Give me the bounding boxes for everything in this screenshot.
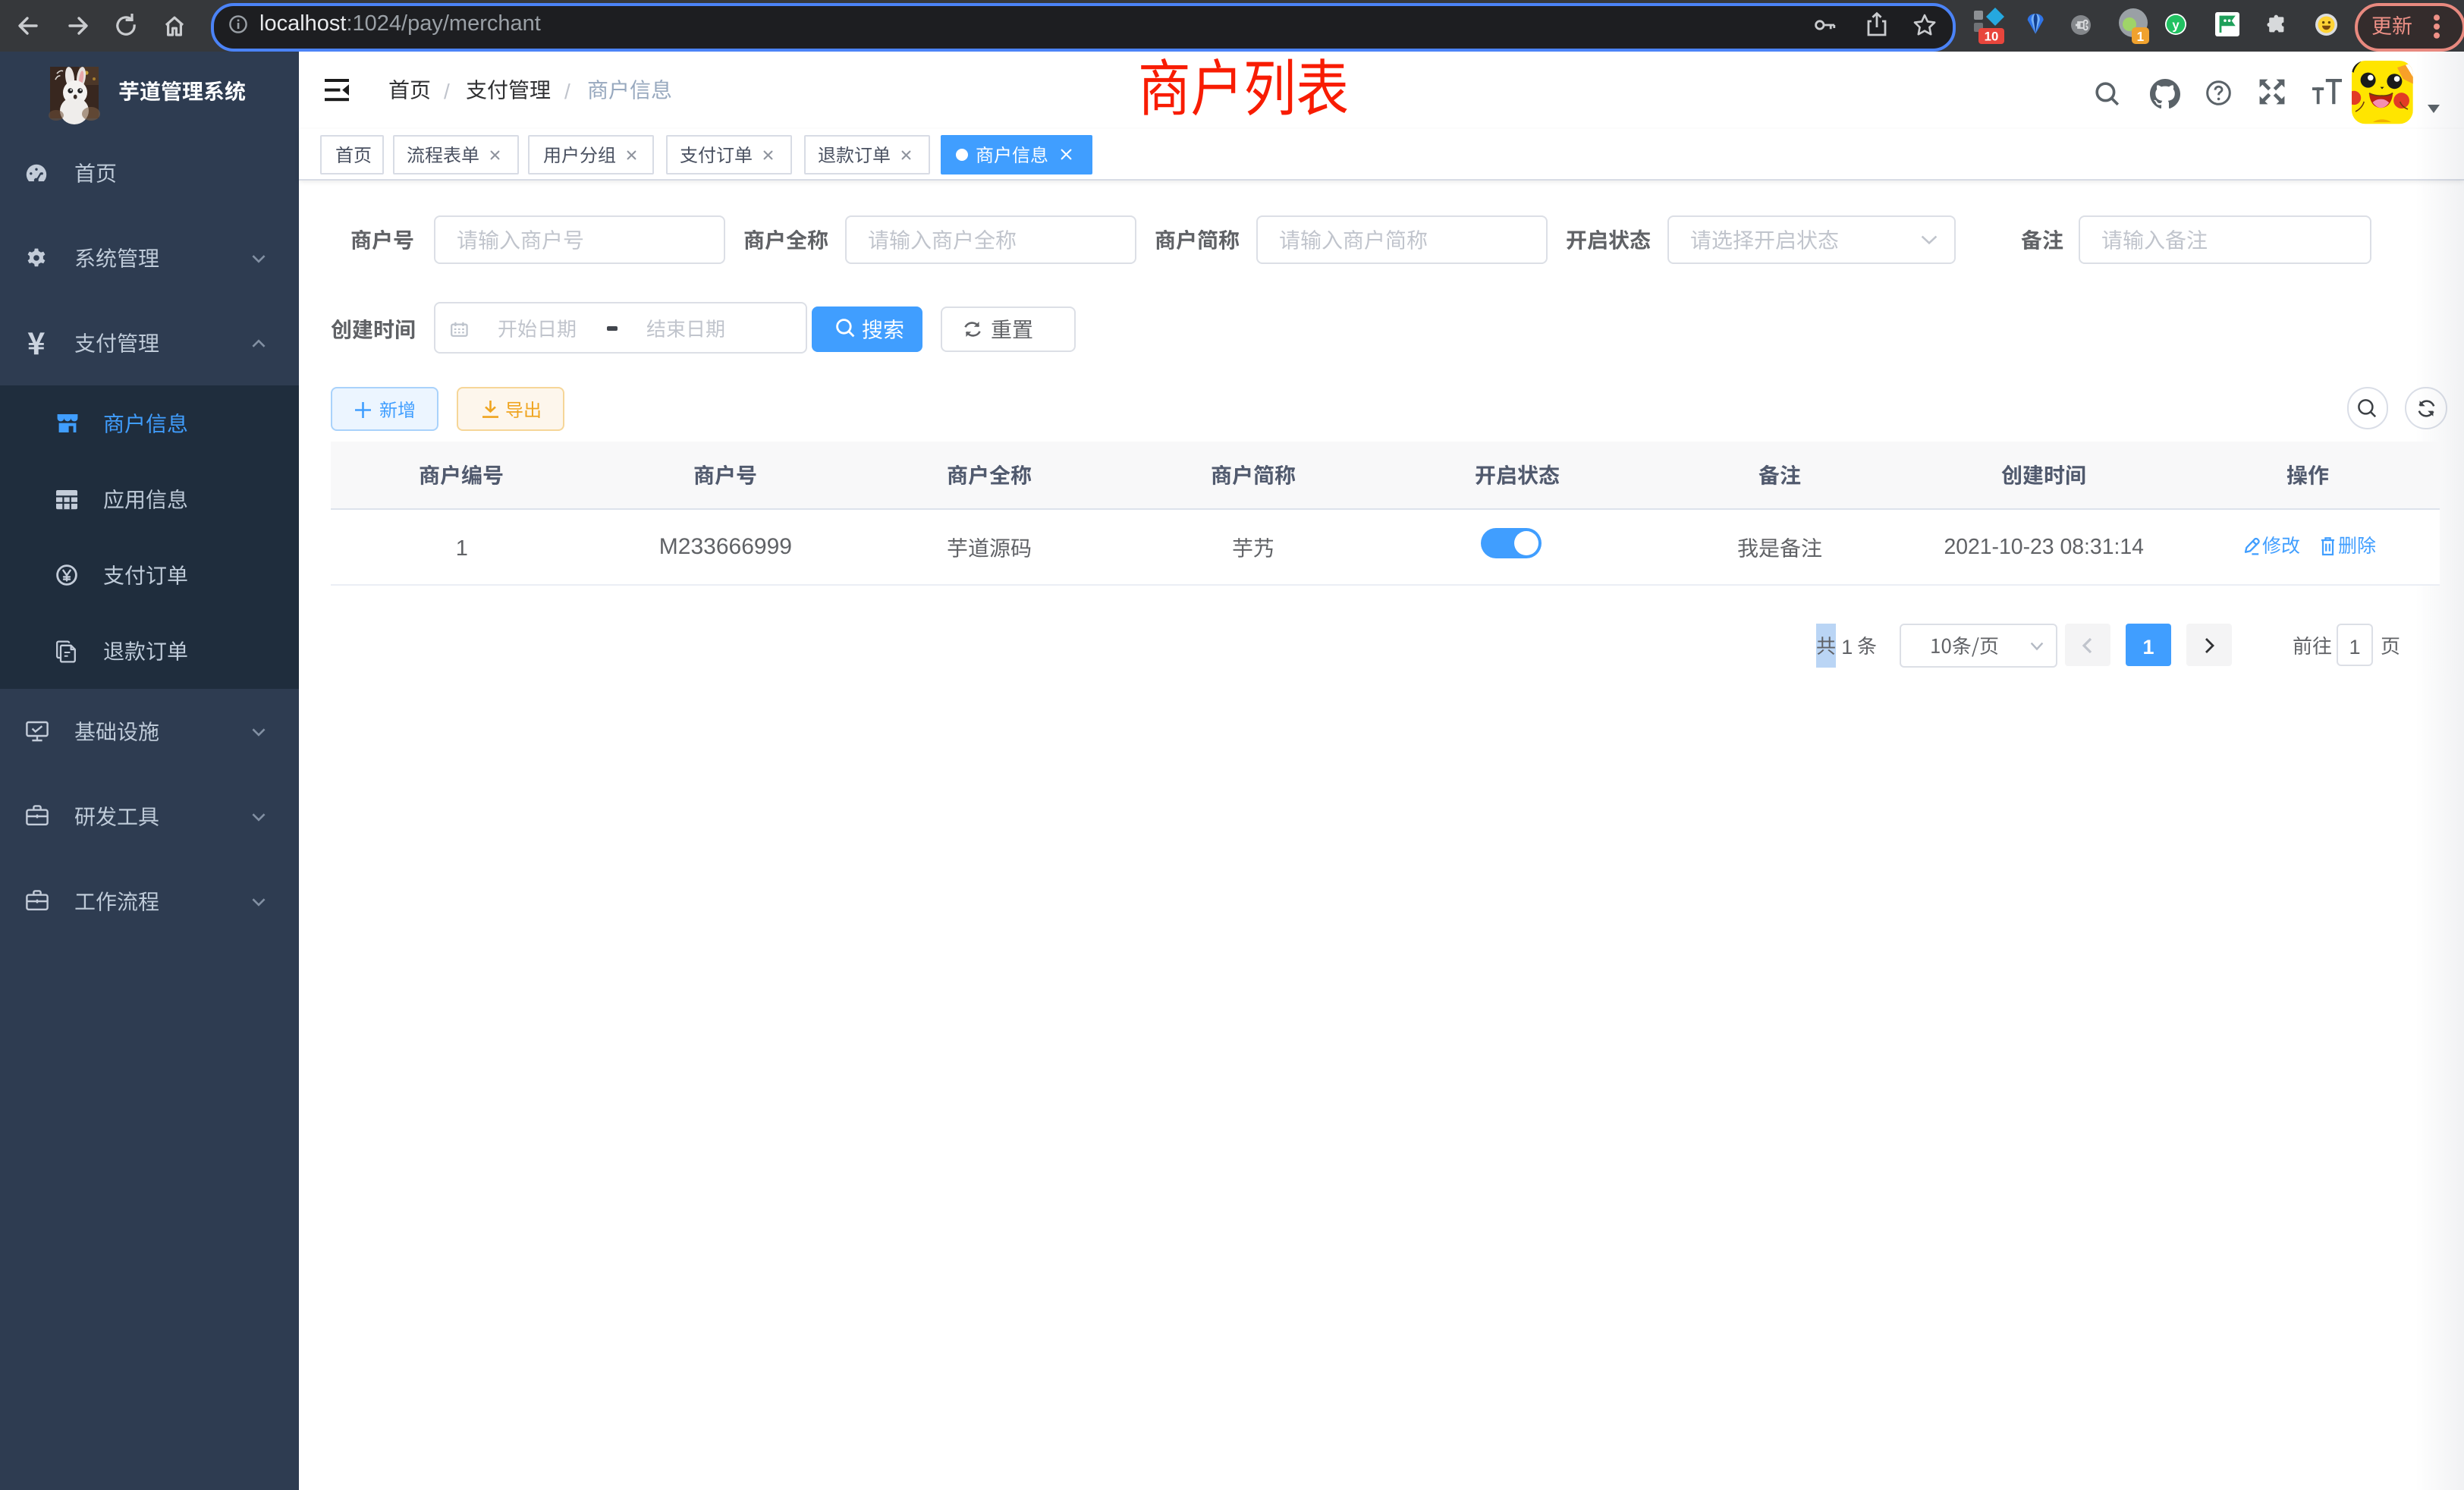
svg-text:y: y [2171,18,2179,33]
svg-text:1: 1 [2137,29,2145,44]
svg-text:10: 10 [1985,30,1999,44]
